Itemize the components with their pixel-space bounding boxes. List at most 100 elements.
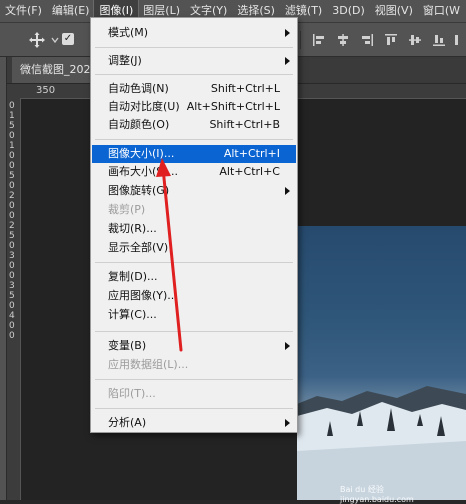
submenu-arrow-icon (285, 342, 290, 350)
menu-item-label: 分析(A) (108, 416, 147, 429)
menu-separator (95, 408, 293, 409)
ruler-tick-label: 0 (9, 321, 15, 331)
align-right-icon[interactable] (360, 33, 374, 47)
menu-item-trap: 陷印(T)... (92, 385, 296, 403)
ruler-tick-label: 0 (9, 301, 15, 311)
menu-separator (95, 47, 293, 48)
align-middle-icon[interactable] (408, 33, 422, 47)
menu-item-label: 应用数据组(L)... (108, 358, 189, 371)
ruler-tick-label: 5 (9, 291, 15, 301)
menu-separator (95, 262, 293, 263)
menu-item-image-size[interactable]: 图像大小(I)... Alt+Ctrl+I (92, 145, 296, 163)
menu-item-label: 调整(J) (108, 54, 142, 67)
toolbar-divider (300, 31, 301, 49)
ruler-tick-label: 0 (9, 201, 15, 211)
menu-item-label: 自动色调(N) (108, 82, 169, 95)
distribute-icon[interactable] (454, 33, 466, 47)
menu-item-label: 复制(D)... (108, 270, 158, 283)
menu-item-label: 画布大小(S)... (108, 165, 179, 178)
menu-item-reveal-all[interactable]: 显示全部(V) (92, 239, 296, 257)
ruler-tick-label: 0 (9, 241, 15, 251)
ruler-tick-label: 0 (9, 181, 15, 191)
ruler-tick-label: 2 (9, 221, 15, 231)
menu-item-mode[interactable]: 模式(M) (92, 24, 296, 42)
menu-item-crop: 裁剪(P) (92, 201, 296, 219)
menu-item-label: 模式(M) (108, 26, 149, 39)
image-menu-dropdown: 模式(M) 调整(J) 自动色调(N) Shift+Ctrl+L 自动对比度(U… (90, 17, 298, 433)
ruler-tick-label: 1 (9, 111, 15, 121)
menu-item-label: 显示全部(V) (108, 241, 169, 254)
photo-snow-landscape (297, 226, 466, 500)
ruler-tick-label: 2 (9, 191, 15, 201)
menu-item-auto-contrast[interactable]: 自动对比度(U) Alt+Shift+Ctrl+L (92, 98, 296, 116)
ruler-tick-label: 0 (9, 261, 15, 271)
ruler-tick-label: 3 (9, 251, 15, 261)
menu-view[interactable]: 视图(V) (370, 0, 418, 22)
menu-item-shortcut: Shift+Ctrl+B (209, 118, 280, 131)
menu-separator (95, 139, 293, 140)
submenu-arrow-icon (285, 419, 290, 427)
photo-scene (297, 386, 466, 500)
submenu-arrow-icon (285, 29, 290, 37)
ruler-tick-label: 0 (9, 161, 15, 171)
menu-file[interactable]: 文件(F) (0, 0, 47, 22)
menu-item-label: 自动对比度(U) (108, 100, 180, 113)
menu-item-label: 图像大小(I)... (108, 147, 175, 160)
watermark-text: Bai du 经验 jingyan.baidu.com (340, 485, 414, 504)
menu-window[interactable]: 窗口(W (418, 0, 465, 22)
menu-item-shortcut: Alt+Shift+Ctrl+L (186, 100, 280, 113)
ruler-tick-label: 3 (9, 281, 15, 291)
tools-panel (0, 57, 7, 500)
ruler-tick-label: 5 (9, 121, 15, 131)
menu-edit[interactable]: 编辑(E) (47, 0, 95, 22)
menu-item-calculations[interactable]: 计算(C)... (92, 306, 296, 324)
menu-item-adjustments[interactable]: 调整(J) (92, 52, 296, 70)
ruler-tick-label: 0 (9, 211, 15, 221)
menu-item-duplicate[interactable]: 复制(D)... (92, 268, 296, 286)
chevron-down-icon[interactable] (51, 36, 59, 44)
menu-item-label: 裁切(R)... (108, 222, 157, 235)
menu-item-label: 自动颜色(O) (108, 118, 170, 131)
menu-item-auto-tone[interactable]: 自动色调(N) Shift+Ctrl+L (92, 80, 296, 98)
menu-item-variables[interactable]: 变量(B) (92, 337, 296, 355)
align-top-icon[interactable] (384, 33, 398, 47)
menu-item-label: 计算(C)... (108, 308, 157, 321)
vertical-ruler[interactable]: 015010050200250300350400 (7, 98, 21, 500)
menu-item-trim[interactable]: 裁切(R)... (92, 220, 296, 238)
menu-3d[interactable]: 3D(D) (327, 0, 370, 22)
ruler-tick-label: 5 (9, 171, 15, 181)
menu-separator (95, 74, 293, 75)
align-bottom-icon[interactable] (432, 33, 446, 47)
menu-item-shortcut: Alt+Ctrl+I (223, 147, 280, 160)
align-left-icon[interactable] (312, 33, 326, 47)
ruler-tick-label: 4 (9, 311, 15, 321)
menu-item-label: 变量(B) (108, 339, 147, 352)
menu-item-analysis[interactable]: 分析(A) (92, 414, 296, 432)
ruler-origin[interactable] (7, 84, 20, 98)
submenu-arrow-icon (285, 57, 290, 65)
menu-item-label: 应用图像(Y)... (108, 289, 178, 302)
ruler-tick-label: 0 (9, 151, 15, 161)
submenu-arrow-icon (285, 187, 290, 195)
ruler-tick-label: 5 (9, 231, 15, 241)
menu-separator (95, 331, 293, 332)
auto-select-checkbox[interactable]: ✓ (62, 33, 74, 45)
menu-item-label: 陷印(T)... (108, 387, 156, 400)
menu-item-image-rotation[interactable]: 图像旋转(G) (92, 182, 296, 200)
menu-separator (95, 379, 293, 380)
ruler-tick-label: 0 (9, 101, 15, 111)
menu-item-label: 图像旋转(G) (108, 184, 170, 197)
ruler-tick-label: 0 (9, 331, 15, 341)
menu-item-apply-image[interactable]: 应用图像(Y)... (92, 287, 296, 305)
ruler-tick-label: 0 (9, 131, 15, 141)
menu-item-shortcut: Alt+Ctrl+C (219, 165, 280, 178)
menu-item-auto-color[interactable]: 自动颜色(O) Shift+Ctrl+B (92, 116, 296, 134)
ruler-tick-label: 350 (36, 85, 56, 96)
menu-item-shortcut: Shift+Ctrl+L (210, 82, 280, 95)
menu-item-apply-data-set: 应用数据组(L)... (92, 356, 296, 374)
menu-item-label: 裁剪(P) (108, 203, 146, 216)
menu-item-canvas-size[interactable]: 画布大小(S)... Alt+Ctrl+C (92, 163, 296, 181)
ruler-tick-label: 0 (9, 271, 15, 281)
align-center-icon[interactable] (336, 33, 350, 47)
move-tool-icon[interactable] (28, 31, 46, 49)
